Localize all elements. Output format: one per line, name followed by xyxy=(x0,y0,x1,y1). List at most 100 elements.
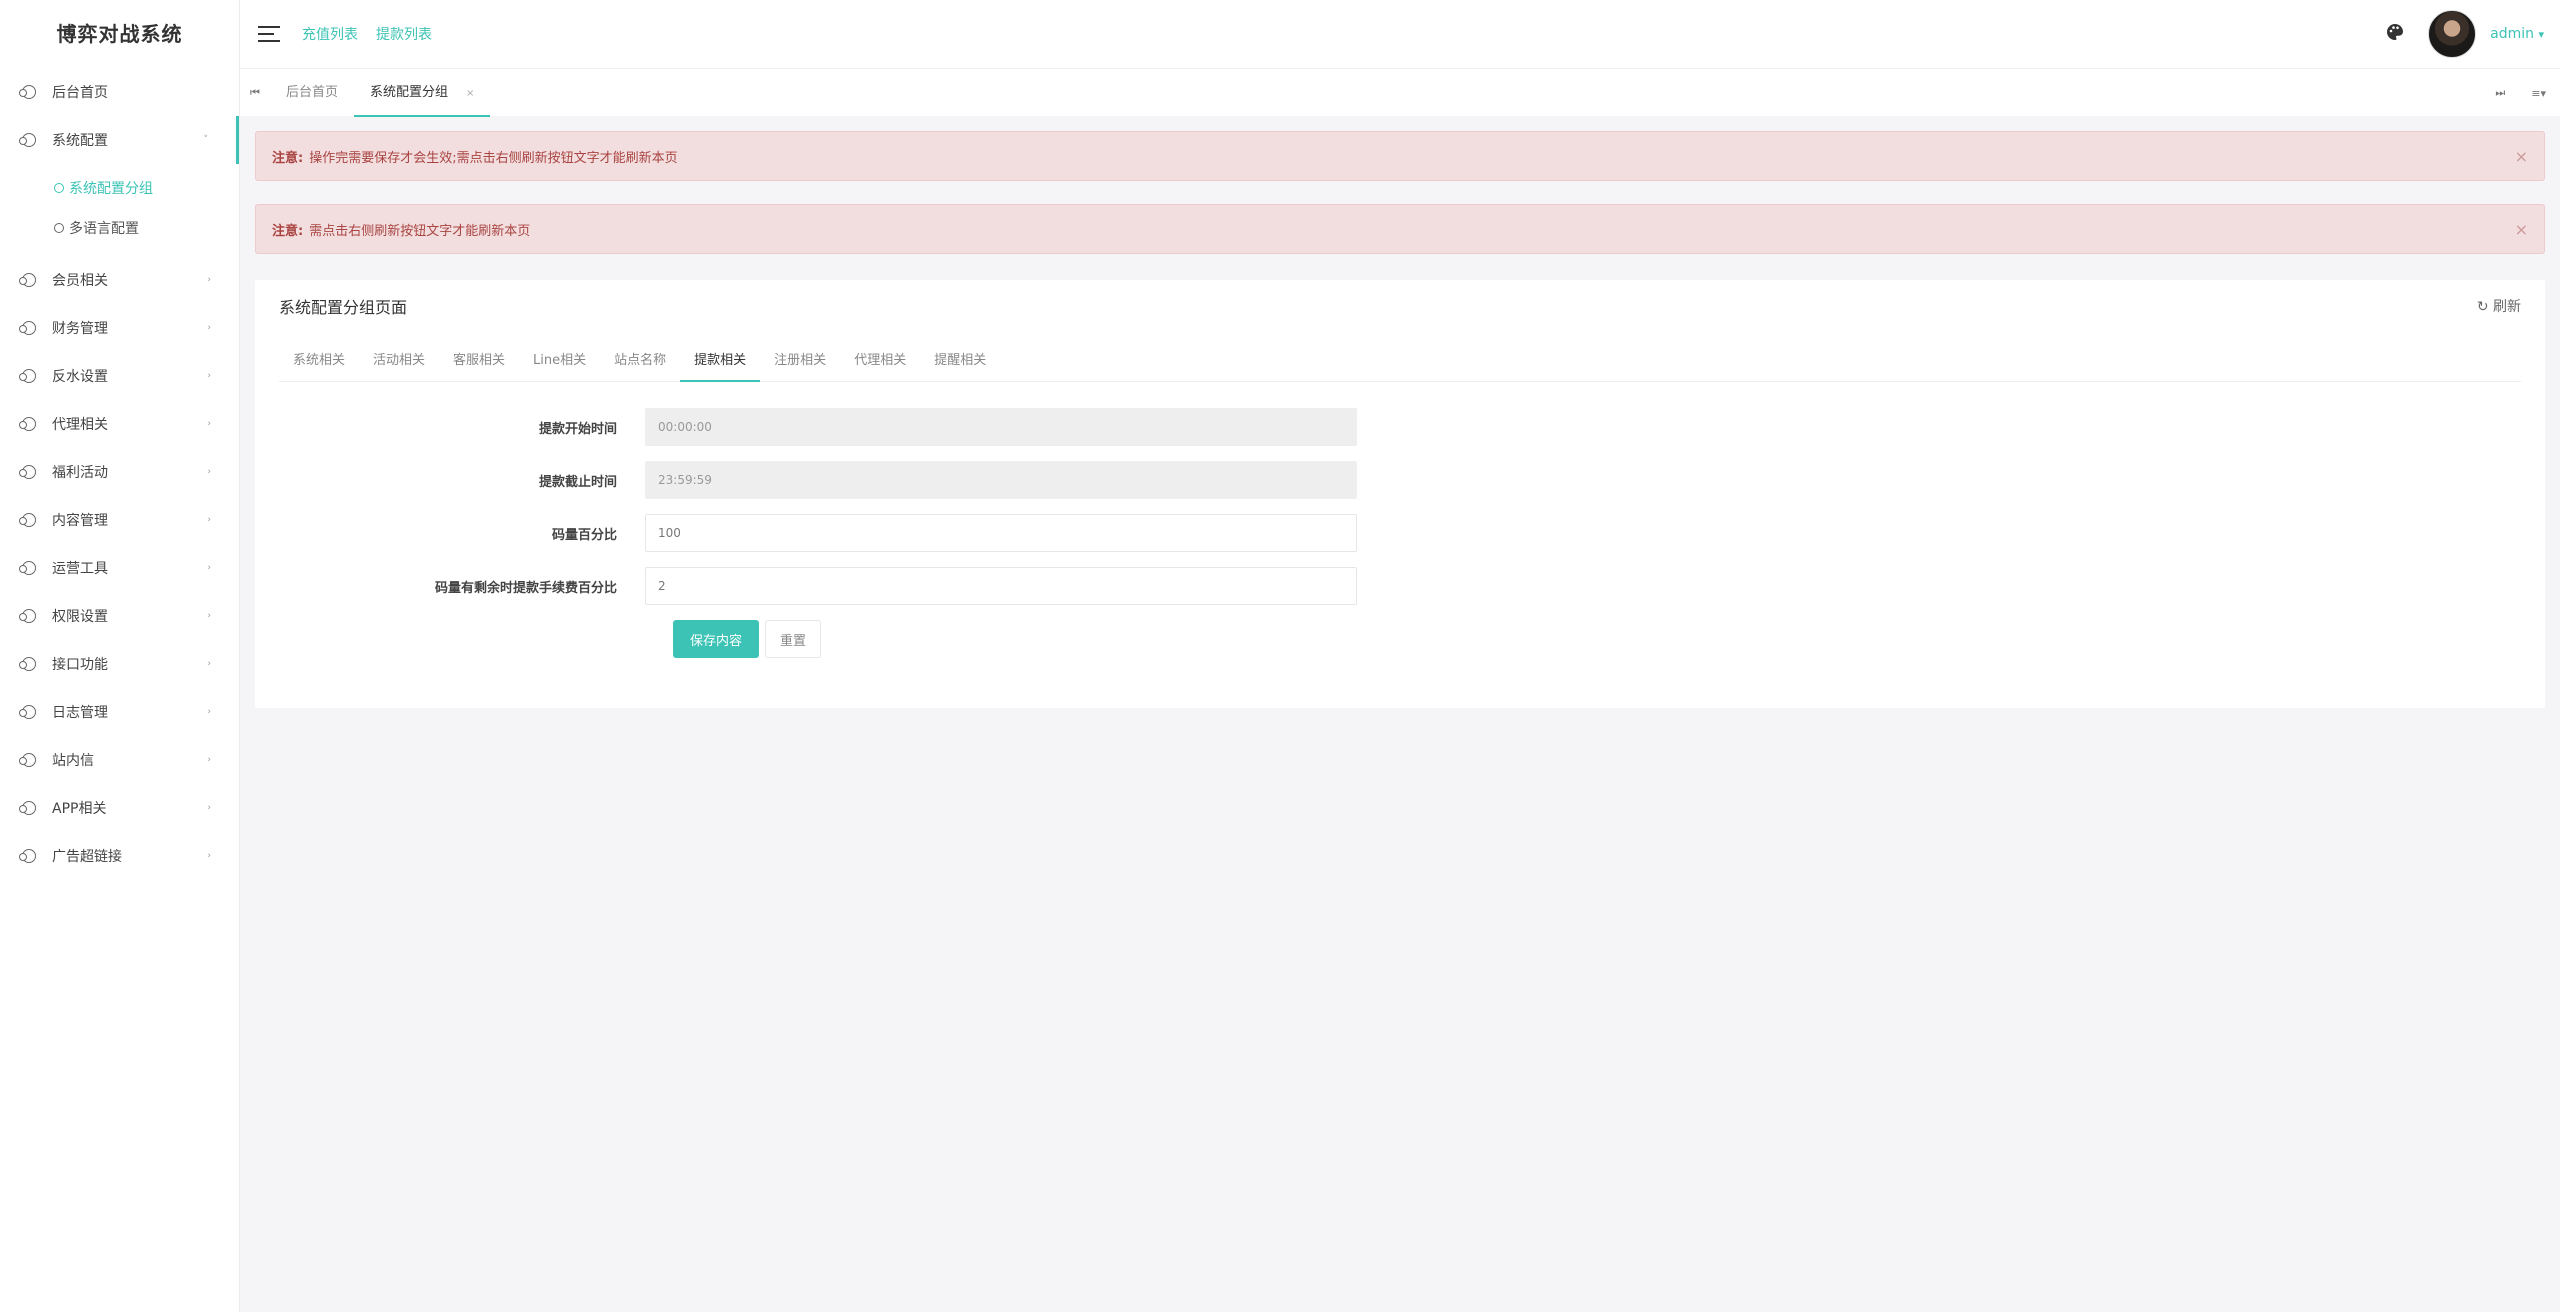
menu-toggle-icon[interactable] xyxy=(258,26,280,42)
page-tab-config-group[interactable]: 系统配置分组 × xyxy=(354,69,491,117)
sidebar-item-label: 反水设置 xyxy=(52,369,108,385)
sidebar-item-label: 财务管理 xyxy=(52,321,108,337)
refresh-button[interactable]: ↻ 刷新 xyxy=(2477,296,2521,316)
tab-agent[interactable]: 代理相关 xyxy=(840,346,920,382)
sidebar-item-content[interactable]: 内容管理 › xyxy=(0,496,239,544)
form-row: 提款截止时间 23:59:59 xyxy=(255,461,1455,499)
tab-registration[interactable]: 注册相关 xyxy=(760,346,840,382)
nav-icon xyxy=(19,849,36,863)
alert-text: 操作完需要保存才会生效;需点击右侧刷新按钮文字才能刷新本页 xyxy=(309,150,678,166)
tab-reminder[interactable]: 提醒相关 xyxy=(920,346,1000,382)
nav-icon xyxy=(19,133,36,147)
sidebar-item-rebate[interactable]: 反水设置 › xyxy=(0,352,239,400)
tab-customer-service[interactable]: 客服相关 xyxy=(439,346,519,382)
refresh-label: 刷新 xyxy=(2493,299,2521,315)
sidebar-item-agents[interactable]: 代理相关 › xyxy=(0,400,239,448)
user-menu[interactable]: admin ▾ xyxy=(2490,26,2544,42)
sidebar-item-system-config[interactable]: 系统配置 ˅ xyxy=(0,116,239,164)
field-label: 提款开始时间 xyxy=(538,421,617,437)
sidebar-item-messages[interactable]: 站内信 › xyxy=(0,736,239,784)
sidebar-item-label: 站内信 xyxy=(52,753,94,769)
sidebar-item-app[interactable]: APP相关 › xyxy=(0,784,239,832)
chevron-right-icon: › xyxy=(207,851,211,861)
sidebar-item-label: 福利活动 xyxy=(52,465,108,481)
page-tab-label: 系统配置分组 xyxy=(370,84,449,100)
header-right: admin ▾ xyxy=(2386,0,2544,68)
save-button[interactable]: 保存内容 xyxy=(673,620,759,658)
reset-button[interactable]: 重置 xyxy=(765,620,821,658)
sidebar-item-label: 接口功能 xyxy=(52,657,108,673)
nav-icon xyxy=(19,417,36,431)
sidebar-item-label: APP相关 xyxy=(52,801,107,817)
sidebar-item-logs[interactable]: 日志管理 › xyxy=(0,688,239,736)
scroll-left-icon[interactable]: ⏮ xyxy=(240,86,270,100)
sidebar: 博弈对战系统 后台首页 系统配置 ˅ 系统配置分组 多语言配置 会员相关 › 财务管… xyxy=(0,0,240,1312)
refresh-icon: ↻ xyxy=(2476,299,2489,315)
nav-icon xyxy=(19,657,36,671)
form-row: 提款开始时间 00:00:00 xyxy=(255,408,1455,446)
avatar[interactable] xyxy=(2428,10,2477,58)
field-label: 码量有剩余时提款手续费百分比 xyxy=(434,580,617,596)
tab-site-name[interactable]: 站点名称 xyxy=(600,346,680,382)
withdraw-list-link[interactable]: 提款列表 xyxy=(376,24,432,44)
field-label: 提款截止时间 xyxy=(538,474,617,490)
chevron-down-icon: ˅ xyxy=(203,135,209,145)
withdraw-end-time-field[interactable]: 23:59:59 xyxy=(645,461,1357,499)
sidebar-item-permissions[interactable]: 权限设置 › xyxy=(0,592,239,640)
sidebar-item-label: 权限设置 xyxy=(52,609,108,625)
page-tabs-bar: ⏮ 后台首页 系统配置分组 × ⏭ ≡▾ xyxy=(240,68,2560,117)
chevron-right-icon: › xyxy=(207,467,211,477)
chevron-right-icon: › xyxy=(207,371,211,381)
nav-icon xyxy=(19,705,36,719)
config-tabs: 系统相关 活动相关 客服相关 Line相关 站点名称 提款相关 注册相关 代理相… xyxy=(279,346,2521,382)
nav-icon xyxy=(19,465,36,479)
close-icon[interactable]: × xyxy=(466,88,474,99)
bet-percentage-field[interactable]: 100 xyxy=(645,514,1357,552)
chevron-right-icon: › xyxy=(207,419,211,429)
sidebar-subitem-language-config[interactable]: 多语言配置 xyxy=(0,208,239,248)
close-icon[interactable]: × xyxy=(2515,147,2528,166)
sidebar-item-members[interactable]: 会员相关 › xyxy=(0,256,239,304)
chevron-right-icon: › xyxy=(207,563,211,573)
user-name: admin xyxy=(2490,26,2535,42)
alert-prefix: 注意: xyxy=(272,223,304,239)
sidebar-item-ad-links[interactable]: 广告超链接 › xyxy=(0,832,239,880)
tab-withdrawal[interactable]: 提款相关 xyxy=(680,346,761,382)
alert-prefix: 注意: xyxy=(272,150,304,166)
sidebar-item-ops-tools[interactable]: 运营工具 › xyxy=(0,544,239,592)
tab-system[interactable]: 系统相关 xyxy=(279,346,359,382)
sidebar-item-label: 内容管理 xyxy=(52,513,108,529)
nav-icon xyxy=(19,801,36,815)
nav-icon xyxy=(19,609,36,623)
sidebar-item-finance[interactable]: 财务管理 › xyxy=(0,304,239,352)
close-icon[interactable]: × xyxy=(2515,220,2528,239)
caret-down-icon: ▾ xyxy=(2538,28,2544,41)
sidebar-item-label: 日志管理 xyxy=(52,705,108,721)
nav-icon xyxy=(19,321,36,335)
palette-icon[interactable] xyxy=(2386,23,2404,46)
sidebar-subitem-config-group[interactable]: 系统配置分组 xyxy=(0,168,239,208)
nav-icon xyxy=(19,561,36,575)
page-tab-home[interactable]: 后台首页 xyxy=(270,69,354,117)
chevron-right-icon: › xyxy=(207,755,211,765)
sidebar-item-home[interactable]: 后台首页 xyxy=(0,68,239,116)
sidebar-subitem-label: 系统配置分组 xyxy=(69,181,153,197)
sidebar-item-welfare[interactable]: 福利活动 › xyxy=(0,448,239,496)
tab-line[interactable]: Line相关 xyxy=(519,346,600,382)
sidebar-item-label: 后台首页 xyxy=(52,85,108,101)
tab-activity[interactable]: 活动相关 xyxy=(359,346,439,382)
chevron-right-icon: › xyxy=(207,707,211,717)
nav-icon xyxy=(19,369,36,383)
withdraw-start-time-field[interactable]: 00:00:00 xyxy=(645,408,1357,446)
page-title: 系统配置分组页面 xyxy=(279,298,408,317)
nav-icon xyxy=(19,85,36,99)
sidebar-item-api[interactable]: 接口功能 › xyxy=(0,640,239,688)
form-row: 码量有剩余时提款手续费百分比 2 xyxy=(255,567,1455,605)
nav-icon xyxy=(19,513,36,527)
nav-icon xyxy=(19,753,36,767)
withdraw-fee-percentage-field[interactable]: 2 xyxy=(645,567,1357,605)
tabs-menu-icon[interactable]: ≡▾ xyxy=(2531,87,2546,100)
recharge-list-link[interactable]: 充值列表 xyxy=(302,24,358,44)
app-title: 博弈对战系统 xyxy=(56,22,183,46)
scroll-right-icon[interactable]: ⏭ xyxy=(2495,86,2505,100)
